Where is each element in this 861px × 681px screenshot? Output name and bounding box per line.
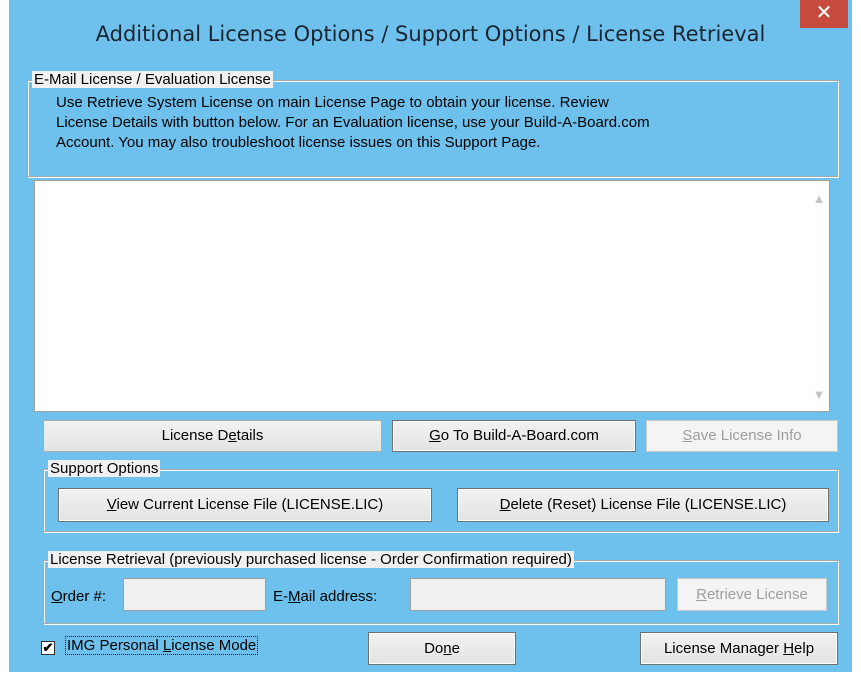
save-license-info-button[interactable]: Save License Info <box>646 420 838 452</box>
label-part: ail address: <box>300 588 378 605</box>
access-key: R <box>696 586 707 603</box>
access-key: e <box>228 427 237 444</box>
order-number-label: Order #: <box>51 588 106 605</box>
label-part: elete (Reset) License File (LICENSE.LIC) <box>510 496 787 513</box>
access-key: S <box>682 427 693 444</box>
title-bar[interactable]: Additional License Options / Support Opt… <box>9 0 852 68</box>
close-icon: ✕ <box>815 2 833 24</box>
label-part: ave License Info <box>692 427 802 444</box>
description-line: Use Retrieve System License on main Lice… <box>56 94 609 111</box>
license-description: Use Retrieve System License on main Lice… <box>56 93 816 153</box>
personal-license-mode-label[interactable]: IMG Personal License Mode <box>64 636 259 655</box>
label-part: iew Current License File (LICENSE.LIC) <box>116 496 384 513</box>
order-number-input[interactable] <box>123 578 266 611</box>
label-part: rder #: <box>62 588 107 605</box>
license-retrieval-group-label: License Retrieval (previously purchased … <box>48 551 574 568</box>
access-key: L <box>162 637 172 654</box>
description-line: License Details with button below. For a… <box>56 114 650 131</box>
email-license-group-label: E-Mail License / Evaluation License <box>32 71 273 88</box>
license-info-textarea[interactable]: ▲ ▼ <box>34 180 830 412</box>
delete-license-file-button[interactable]: Delete (Reset) License File (LICENSE.LIC… <box>457 488 829 522</box>
go-to-build-a-board-button[interactable]: Go To Build-A-Board.com <box>392 420 636 452</box>
label-part: icense Mode <box>171 637 257 654</box>
access-key: n <box>443 640 452 657</box>
label-part: elp <box>794 640 815 657</box>
license-details-button[interactable]: License Details <box>43 420 382 452</box>
label-part: o To Build-A-Board.com <box>440 427 599 444</box>
label-part: Do <box>424 640 444 657</box>
vertical-scrollbar[interactable]: ▲ ▼ <box>809 181 829 411</box>
window-title: Additional License Options / Support Opt… <box>95 22 766 46</box>
checkmark-icon: ✔ <box>42 640 54 655</box>
label-part: License D <box>161 427 229 444</box>
scroll-down-icon[interactable]: ▼ <box>809 385 829 405</box>
email-address-input[interactable] <box>410 578 666 611</box>
access-key: D <box>499 496 511 513</box>
label-part: etrieve License <box>706 586 808 603</box>
label-part: e <box>451 640 460 657</box>
label-part: License Manager <box>663 640 784 657</box>
scroll-up-icon[interactable]: ▲ <box>809 189 829 209</box>
label-part: tails <box>236 427 264 444</box>
access-key: O <box>51 588 63 605</box>
support-options-group-label: Support Options <box>48 460 161 477</box>
email-address-label: E-Mail address: <box>273 588 377 605</box>
view-license-file-button[interactable]: View Current License File (LICENSE.LIC) <box>58 488 432 522</box>
label-part: IMG Personal <box>67 637 163 654</box>
access-key: M <box>288 588 301 605</box>
close-button[interactable]: ✕ <box>800 0 848 28</box>
label-part: E- <box>273 588 288 605</box>
retrieve-license-button[interactable]: Retrieve License <box>677 578 827 611</box>
license-manager-help-button[interactable]: License Manager Help <box>640 632 838 665</box>
done-button[interactable]: Done <box>368 632 516 665</box>
description-line: Account. You may also troubleshoot licen… <box>56 134 541 151</box>
personal-license-mode-checkbox[interactable]: ✔ <box>41 641 55 655</box>
access-key: G <box>429 427 441 444</box>
access-key: H <box>783 640 795 657</box>
